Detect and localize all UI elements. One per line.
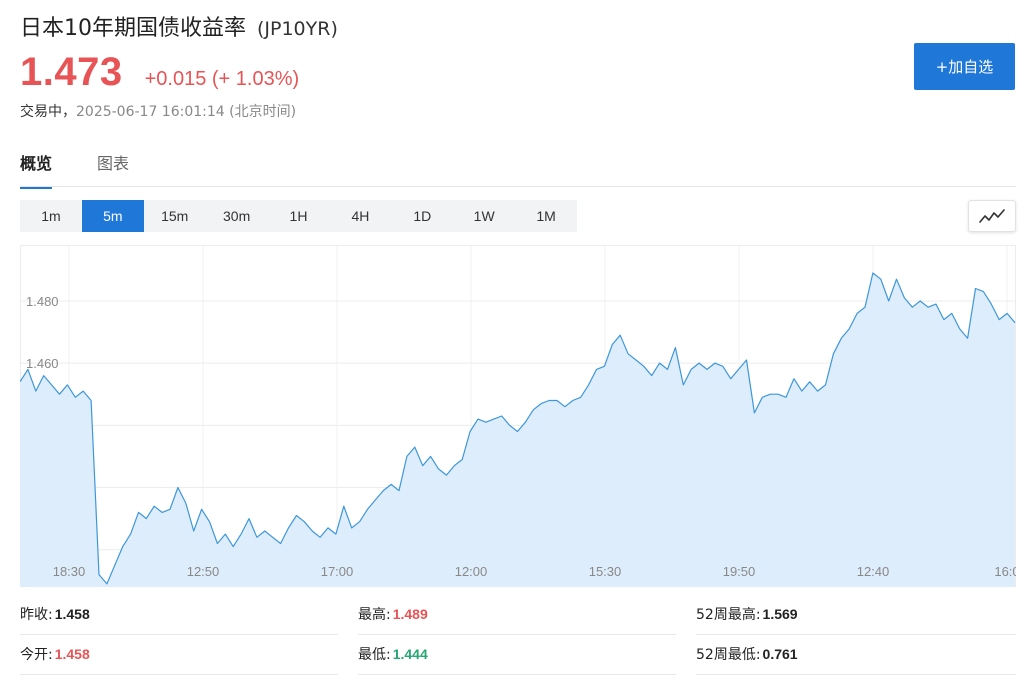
stat-low: 最低: 1.444	[358, 634, 676, 675]
current-price: 1.473	[20, 50, 123, 94]
instrument-name: 日本10年期国债收益率	[20, 16, 246, 41]
line-chart-icon	[979, 209, 1005, 223]
y-tick-label: 1.460	[26, 356, 59, 371]
stat-label: 52周最低:	[696, 647, 761, 663]
period-selector: 1m 5m 15m 30m 1H 4H 1D 1W 1M	[20, 200, 577, 232]
chart-type-button[interactable]	[968, 200, 1016, 232]
trading-status: 交易中，2025-06-17 16:01:14 (北京时间)	[20, 101, 296, 121]
series-area	[20, 273, 1015, 587]
y-tick-label: 1.480	[26, 294, 59, 309]
price-change: +0.015 (+ 1.03%)	[144, 68, 300, 90]
period-1h[interactable]: 1H	[268, 200, 330, 232]
stat-open: 今开: 1.458	[20, 634, 338, 675]
instrument-title: 日本10年期国债收益率 (JP10YR)	[20, 10, 338, 42]
stat-label: 最低:	[358, 647, 391, 663]
instrument-symbol: (JP10YR)	[257, 18, 338, 40]
x-tick-label: 12:40	[857, 564, 890, 579]
stat-value: 1.458	[54, 606, 90, 622]
stat-52w-high: 52周最高: 1.569	[696, 594, 1016, 635]
status-timestamp: 2025-06-17 16:01:14	[76, 104, 225, 120]
price-chart[interactable]: 1.4001.4201.4401.4601.48018:3012:5017:00…	[20, 245, 1016, 587]
add-to-watchlist-button[interactable]: +加自选	[914, 43, 1015, 90]
x-tick-label: 12:00	[455, 564, 488, 579]
tabs-divider	[20, 186, 1016, 187]
stat-prev-close: 昨收: 1.458	[20, 594, 338, 635]
x-tick-label: 16:0	[994, 564, 1016, 579]
status-text: 交易中，	[20, 104, 76, 120]
period-1d[interactable]: 1D	[391, 200, 453, 232]
tab-chart[interactable]: 图表	[97, 150, 129, 189]
period-1m[interactable]: 1m	[20, 200, 82, 232]
period-1w[interactable]: 1W	[453, 200, 515, 232]
stat-52w-low: 52周最低: 0.761	[696, 634, 1016, 675]
stat-value: 1.489	[392, 606, 428, 622]
period-5m[interactable]: 5m	[81, 200, 144, 232]
x-tick-label: 18:30	[53, 564, 86, 579]
stat-value: 1.569	[762, 606, 798, 622]
stat-value: 1.458	[54, 646, 90, 662]
period-30m[interactable]: 30m	[206, 200, 268, 232]
stat-label: 最高:	[358, 607, 391, 623]
period-1mo[interactable]: 1M	[515, 200, 577, 232]
stat-label: 今开:	[20, 647, 53, 663]
stat-value: 0.761	[762, 646, 798, 662]
status-timezone: (北京时间)	[229, 104, 297, 120]
tab-overview[interactable]: 概览	[20, 150, 53, 189]
stat-value: 1.444	[392, 646, 428, 662]
x-tick-label: 19:50	[723, 564, 756, 579]
view-tabs: 概览 图表	[20, 150, 174, 189]
price-row: 1.473 +0.015 (+ 1.03%)	[20, 50, 299, 95]
period-4h[interactable]: 4H	[329, 200, 391, 232]
period-15m[interactable]: 15m	[144, 200, 206, 232]
stat-label: 昨收:	[20, 607, 53, 623]
x-tick-label: 12:50	[187, 564, 220, 579]
stat-high: 最高: 1.489	[358, 594, 676, 635]
price-chart-svg: 1.4001.4201.4401.4601.48018:3012:5017:00…	[20, 245, 1016, 587]
x-tick-label: 15:30	[589, 564, 622, 579]
x-tick-label: 17:00	[321, 564, 354, 579]
stat-label: 52周最高:	[696, 607, 761, 623]
